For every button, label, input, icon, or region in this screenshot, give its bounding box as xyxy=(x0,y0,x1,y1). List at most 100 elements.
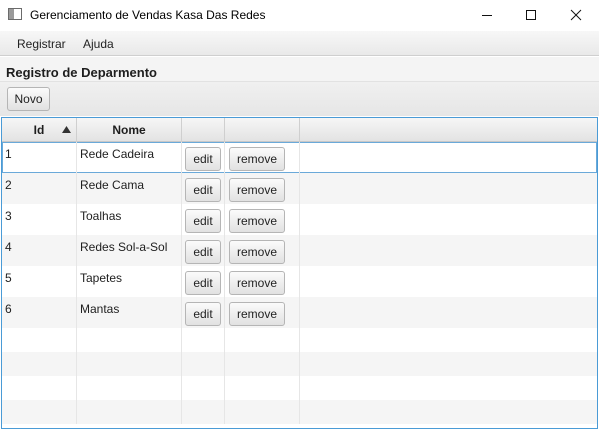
empty-table-row xyxy=(2,352,597,376)
maximize-icon xyxy=(526,10,536,20)
novo-button[interactable]: Novo xyxy=(7,87,50,111)
cell-remove: remove xyxy=(225,204,300,235)
edit-button[interactable]: edit xyxy=(185,209,221,233)
empty-cell xyxy=(182,352,225,376)
cell-filler xyxy=(300,173,597,204)
cell-id-text: 4 xyxy=(5,240,12,254)
close-button[interactable] xyxy=(553,0,599,30)
close-icon xyxy=(570,9,582,21)
app-window-icon xyxy=(8,8,22,20)
cell-remove: remove xyxy=(225,173,300,204)
column-header-edit[interactable] xyxy=(182,118,225,142)
cell-id: 3 xyxy=(2,204,77,235)
empty-table-row xyxy=(2,328,597,352)
cell-filler xyxy=(300,297,597,328)
cell-filler xyxy=(300,235,597,266)
cell-nome-text: Rede Cadeira xyxy=(80,147,155,161)
table-row[interactable]: 1 Rede Cadeira edit remove xyxy=(2,142,597,173)
cell-filler xyxy=(300,204,597,235)
column-header-remove[interactable] xyxy=(225,118,300,142)
empty-cell xyxy=(2,352,77,376)
empty-table-row xyxy=(2,400,597,424)
edit-button[interactable]: edit xyxy=(185,271,221,295)
cell-nome: Toalhas xyxy=(77,204,182,235)
menu-bar: Registrar Ajuda xyxy=(0,31,599,56)
edit-button[interactable]: edit xyxy=(185,178,221,202)
table-row[interactable]: 6 Mantas edit remove xyxy=(2,297,597,328)
cell-filler xyxy=(300,266,597,297)
cell-id-text: 6 xyxy=(5,302,12,316)
sort-ascending-icon xyxy=(62,126,71,133)
cell-remove: remove xyxy=(225,142,300,173)
empty-cell xyxy=(77,352,182,376)
cell-nome: Rede Cama xyxy=(77,173,182,204)
empty-cell xyxy=(225,328,300,352)
department-table[interactable]: Id Nome 1 Rede Cadeira edit remove 2 Red… xyxy=(1,117,598,429)
remove-button[interactable]: remove xyxy=(229,147,285,171)
empty-cell xyxy=(77,328,182,352)
empty-cell xyxy=(182,328,225,352)
cell-id-text: 3 xyxy=(5,209,12,223)
cell-filler xyxy=(300,142,597,173)
cell-edit: edit xyxy=(182,235,225,266)
cell-nome-text: Tapetes xyxy=(80,271,123,285)
cell-nome-text: Mantas xyxy=(80,302,120,316)
remove-button[interactable]: remove xyxy=(229,271,285,295)
cell-id: 5 xyxy=(2,266,77,297)
empty-cell xyxy=(182,376,225,400)
column-header-nome[interactable]: Nome xyxy=(77,118,182,142)
column-header-id-label: Id xyxy=(33,123,45,137)
column-header-filler xyxy=(300,118,597,142)
maximize-button[interactable] xyxy=(508,0,554,30)
cell-nome: Mantas xyxy=(77,297,182,328)
cell-edit: edit xyxy=(182,142,225,173)
edit-button[interactable]: edit xyxy=(185,302,221,326)
cell-edit: edit xyxy=(182,204,225,235)
cell-remove: remove xyxy=(225,235,300,266)
table-row[interactable]: 2 Rede Cama edit remove xyxy=(2,173,597,204)
toolbar xyxy=(0,81,599,116)
empty-cell xyxy=(2,376,77,400)
minimize-icon xyxy=(482,15,492,16)
menu-registrar[interactable]: Registrar xyxy=(17,37,66,51)
empty-cell xyxy=(77,400,182,424)
empty-cell xyxy=(2,328,77,352)
cell-nome: Rede Cadeira xyxy=(77,142,182,173)
cell-nome-text: Rede Cama xyxy=(80,178,145,192)
remove-button[interactable]: remove xyxy=(229,240,285,264)
cell-nome-text: Redes Sol-a-Sol xyxy=(80,240,168,254)
column-header-nome-label: Nome xyxy=(112,123,146,137)
cell-id-text: 1 xyxy=(5,147,12,161)
empty-cell xyxy=(182,400,225,424)
minimize-button[interactable] xyxy=(464,0,510,30)
cell-nome-text: Toalhas xyxy=(80,209,122,223)
remove-button[interactable]: remove xyxy=(229,209,285,233)
menu-ajuda[interactable]: Ajuda xyxy=(83,37,114,51)
table-row[interactable]: 3 Toalhas edit remove xyxy=(2,204,597,235)
cell-remove: remove xyxy=(225,297,300,328)
remove-button[interactable]: remove xyxy=(229,302,285,326)
empty-cell xyxy=(225,376,300,400)
cell-id-text: 2 xyxy=(5,178,12,192)
cell-nome: Redes Sol-a-Sol xyxy=(77,235,182,266)
edit-button[interactable]: edit xyxy=(185,147,221,171)
table-row[interactable]: 5 Tapetes edit remove xyxy=(2,266,597,297)
cell-id-text: 5 xyxy=(5,271,12,285)
edit-button[interactable]: edit xyxy=(185,240,221,264)
empty-table-row xyxy=(2,376,597,400)
empty-cell xyxy=(225,400,300,424)
cell-id: 6 xyxy=(2,297,77,328)
cell-id: 1 xyxy=(2,142,77,173)
remove-button[interactable]: remove xyxy=(229,178,285,202)
cell-edit: edit xyxy=(182,173,225,204)
empty-cell xyxy=(77,376,182,400)
header-area: Registro de Deparmento xyxy=(0,57,599,116)
cell-id: 4 xyxy=(2,235,77,266)
empty-cell xyxy=(225,352,300,376)
table-row[interactable]: 4 Redes Sol-a-Sol edit remove xyxy=(2,235,597,266)
cell-edit: edit xyxy=(182,266,225,297)
column-header-id[interactable]: Id xyxy=(2,118,77,142)
page-title: Registro de Deparmento xyxy=(6,65,157,80)
table-header: Id Nome xyxy=(2,118,597,142)
empty-cell xyxy=(2,400,77,424)
